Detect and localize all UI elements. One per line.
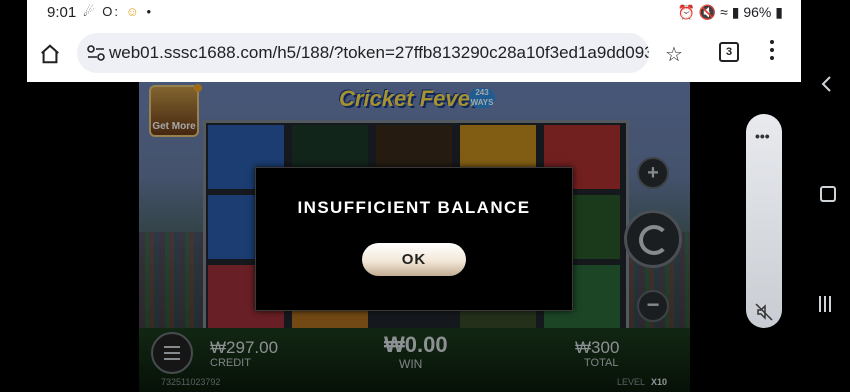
notification-icon: ☄ [83, 4, 97, 19]
home-icon[interactable] [39, 43, 61, 65]
mute-sound-icon[interactable] [754, 302, 774, 322]
site-settings-icon[interactable] [87, 45, 105, 61]
url-text: web01.sssc1688.com/h5/188/?token=27ffb81… [109, 43, 649, 62]
dialog-message: INSUFFICIENT BALANCE [297, 198, 531, 217]
signal-icon: ▮ [731, 4, 740, 20]
tab-switcher-button[interactable]: 3 [719, 42, 739, 62]
status-left-icons: ☄ O: ☺ • [83, 4, 153, 20]
status-right-icons: ⏰ 🔇 ≈ ▮ 96% ▮ [678, 4, 783, 21]
mute-icon: 🔇 [698, 4, 717, 20]
status-bar: 9:01 ☄ O: ☺ • ⏰ 🔇 ≈ ▮ 96% ▮ [27, 0, 801, 26]
emoji-icon: ☺ [125, 4, 141, 19]
status-time: 9:01 [47, 4, 77, 21]
back-nav-icon[interactable] [820, 76, 834, 92]
game-canvas: Get More Cricket Fever 243 WAYS + − ₩297… [139, 82, 690, 392]
wifi-icon: ≈ [720, 4, 728, 20]
floating-tools-panel[interactable]: ••• [746, 114, 782, 328]
more-options-icon[interactable]: ••• [755, 128, 770, 144]
more-menu-icon[interactable] [770, 40, 774, 64]
record-icon: O: [102, 4, 121, 19]
battery-text: 96% [743, 4, 772, 20]
dot-icon: • [146, 4, 154, 19]
recents-nav-icon[interactable] [819, 296, 835, 312]
address-bar[interactable]: web01.sssc1688.com/h5/188/?token=27ffb81… [77, 33, 649, 73]
insufficient-balance-dialog: INSUFFICIENT BALANCE OK [255, 167, 573, 311]
browser-toolbar: web01.sssc1688.com/h5/188/?token=27ffb81… [27, 26, 801, 82]
alarm-icon: ⏰ [677, 4, 695, 20]
ok-button[interactable]: OK [362, 243, 466, 276]
battery-icon: ▮ [775, 4, 783, 20]
home-nav-icon[interactable] [820, 186, 836, 202]
bookmark-star-icon[interactable]: ☆ [665, 42, 683, 67]
